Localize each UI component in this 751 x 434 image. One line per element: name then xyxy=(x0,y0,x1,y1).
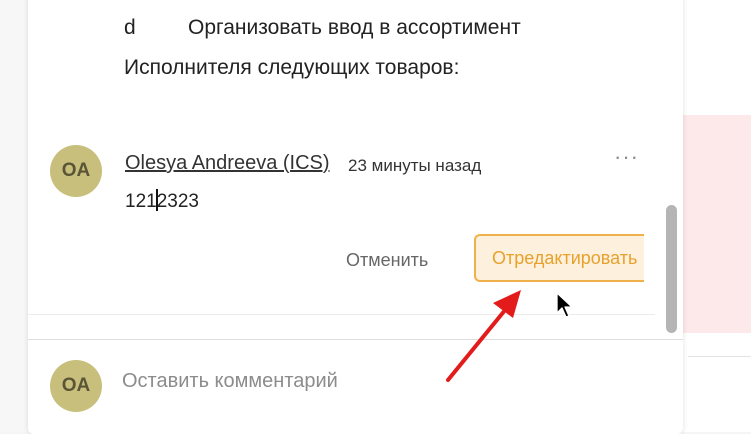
annotation-arrow-icon xyxy=(446,290,521,382)
mouse-cursor-icon xyxy=(556,292,573,318)
